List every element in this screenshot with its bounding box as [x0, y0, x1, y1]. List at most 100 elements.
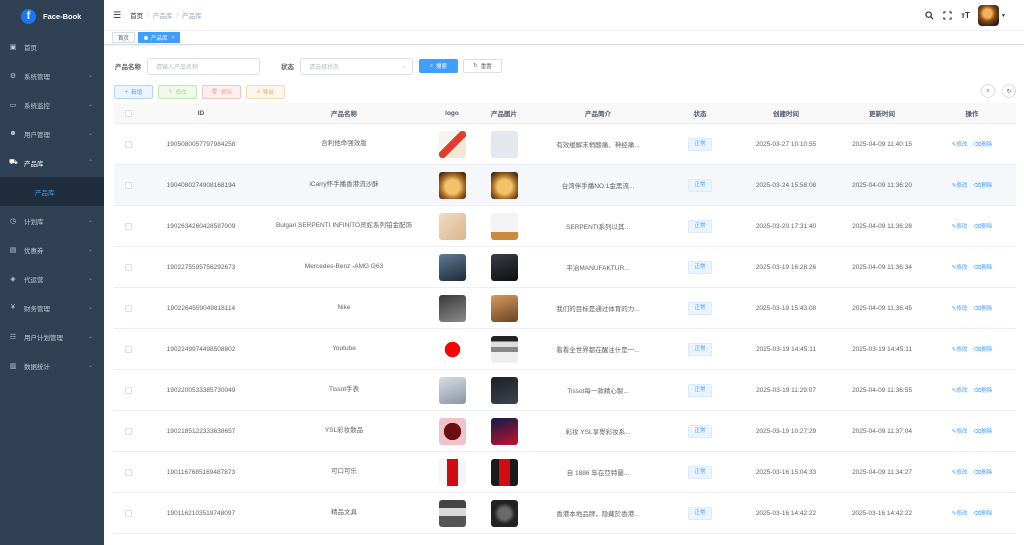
- hamburger-icon[interactable]: ☰: [113, 10, 121, 21]
- row-checkbox[interactable]: [124, 304, 132, 312]
- cell-updated: 2025-04-09 11:37:04: [852, 427, 912, 435]
- product-image[interactable]: [490, 294, 518, 322]
- table-row[interactable]: 1904080274908168194 iCarry怀手播香港流沙酥 台湾伴手播NO…: [114, 165, 1016, 206]
- row-checkbox[interactable]: [124, 427, 132, 435]
- row-checkbox[interactable]: [124, 222, 132, 230]
- product-image[interactable]: [490, 253, 518, 281]
- row-edit-link[interactable]: ✎修改: [952, 345, 968, 353]
- table-row[interactable]: 1901167685169487873 可口可乐 自 1886 年在亞特蘭... 正常…: [114, 452, 1016, 493]
- font-size-icon[interactable]: тT: [960, 10, 971, 21]
- table-row[interactable]: 1902634260428587009 Bulgari SERPENTI INFI…: [114, 206, 1016, 247]
- tag-active[interactable]: 产品库 ×: [138, 32, 181, 43]
- avatar[interactable]: [978, 5, 1000, 26]
- row-edit-link[interactable]: ✎修改: [952, 427, 968, 435]
- row-checkbox[interactable]: [124, 345, 132, 353]
- logo-image[interactable]: [438, 253, 466, 281]
- search-icon[interactable]: [924, 10, 935, 21]
- sidebar-item-3[interactable]: ☻ 用户管理 ⌄: [0, 119, 104, 148]
- select-all-checkbox[interactable]: [124, 109, 132, 117]
- sidebar-item-1[interactable]: ⚙ 系统管理 ⌄: [0, 61, 104, 90]
- row-delete-link[interactable]: ⌫删除: [973, 140, 992, 148]
- add-button[interactable]: + 新增: [114, 84, 153, 99]
- row-edit-link[interactable]: ✎修改: [952, 468, 968, 476]
- row-checkbox[interactable]: [124, 181, 132, 189]
- product-name-input[interactable]: 请输入产品名称: [147, 57, 260, 75]
- sidebar-item-10[interactable]: ▥ 数据统计 ⌄: [0, 351, 104, 380]
- row-checkbox[interactable]: [124, 386, 132, 394]
- row-checkbox[interactable]: [124, 263, 132, 271]
- table-row[interactable]: 1901162103519748097 精品文具 香港本地品牌，隐藏於香港... 正常…: [114, 493, 1016, 534]
- table-row[interactable]: 1902185122333638657 YSL彩妆散品 彩妆 YSL享譽彩妆系...…: [114, 411, 1016, 452]
- logo-image[interactable]: [438, 130, 466, 158]
- table-row[interactable]: 1902264559049818114 Nike 我们的目标是通过体育的力... 正常…: [114, 288, 1016, 329]
- product-image[interactable]: [490, 417, 518, 445]
- logo-image[interactable]: [438, 335, 466, 363]
- logo-image[interactable]: [438, 458, 466, 486]
- table-row[interactable]: 1902200533385730049 Tissot手表 Tissot每一款精心製.…: [114, 370, 1016, 411]
- search-button[interactable]: ⌕ 搜索: [419, 59, 458, 73]
- table-body: 1905080057797984258 合利他命强效版 有效缓解末梢酸痛、神经痛..…: [114, 124, 1016, 534]
- export-button[interactable]: ⤓ 导出: [246, 84, 285, 99]
- row-edit-link[interactable]: ✎修改: [952, 181, 968, 189]
- status-select[interactable]: 请选择状态 ⌄: [300, 57, 413, 75]
- row-delete-link[interactable]: ⌫删除: [973, 509, 992, 517]
- sidebar-item-9[interactable]: ☷ 用户计划管理 ⌄: [0, 322, 104, 351]
- brand[interactable]: f Face-Book: [0, 0, 104, 32]
- cell-intro: 有效缓解末梢酸痛、神经痛...: [556, 142, 640, 149]
- table-row[interactable]: 1902249974498508802 Youtube 看看全世界都在醒注什是一..…: [114, 329, 1016, 370]
- reset-button[interactable]: ↻ 重置: [463, 59, 502, 73]
- row-delete-link[interactable]: ⌫删除: [973, 468, 992, 476]
- row-delete-link[interactable]: ⌫删除: [973, 263, 992, 271]
- row-delete-link[interactable]: ⌫删除: [973, 386, 992, 394]
- toggle-search-button[interactable]: ⌕: [981, 84, 995, 98]
- sidebar-item-2[interactable]: ▭ 系统监控 ⌄: [0, 90, 104, 119]
- sidebar-item-0[interactable]: ▣ 首页: [0, 32, 104, 61]
- breadcrumb-home[interactable]: 首页: [130, 10, 143, 20]
- sidebar-item-7[interactable]: ◈ 代运营 ⌄: [0, 264, 104, 293]
- logo-image[interactable]: [438, 212, 466, 240]
- logo-image[interactable]: [438, 417, 466, 445]
- product-image[interactable]: [490, 130, 518, 158]
- row-edit-link[interactable]: ✎修改: [952, 386, 968, 394]
- row-edit-link[interactable]: ✎修改: [952, 263, 968, 271]
- refresh-button[interactable]: ↻: [1002, 84, 1016, 98]
- tag-home[interactable]: 首页: [112, 32, 136, 43]
- chevron-down-icon[interactable]: ▼: [1001, 13, 1006, 19]
- sidebar-item-6[interactable]: ▤ 优惠券 ⌄: [0, 235, 104, 264]
- row-delete-link[interactable]: ⌫删除: [973, 427, 992, 435]
- product-image[interactable]: [490, 212, 518, 240]
- row-edit-link[interactable]: ✎修改: [952, 509, 968, 517]
- row-edit-label: 修改: [956, 511, 968, 517]
- cell-logo: [428, 253, 476, 281]
- table-row[interactable]: 1902275595756292673 Mercedes-Benz -AMG G6…: [114, 247, 1016, 288]
- row-delete-link[interactable]: ⌫删除: [973, 345, 992, 353]
- logo-image[interactable]: [438, 171, 466, 199]
- product-image[interactable]: [490, 171, 518, 199]
- row-checkbox[interactable]: [124, 468, 132, 476]
- row-checkbox[interactable]: [124, 140, 132, 148]
- delete-button[interactable]: 🗑 删除: [202, 84, 241, 99]
- sidebar-item-5[interactable]: ◷ 计划库 ⌄: [0, 206, 104, 235]
- product-image[interactable]: [490, 499, 518, 527]
- product-image[interactable]: [490, 335, 518, 363]
- logo-image[interactable]: [438, 499, 466, 527]
- product-image[interactable]: [490, 458, 518, 486]
- row-edit-link[interactable]: ✎修改: [952, 222, 968, 230]
- row-checkbox[interactable]: [124, 509, 132, 517]
- edit-button[interactable]: ✎ 修改: [158, 84, 197, 99]
- row-edit-link[interactable]: ✎修改: [952, 140, 968, 148]
- cell-status: 正常: [664, 260, 736, 274]
- logo-image[interactable]: [438, 376, 466, 404]
- row-edit-link[interactable]: ✎修改: [952, 304, 968, 312]
- row-delete-link[interactable]: ⌫删除: [973, 181, 992, 189]
- row-delete-link[interactable]: ⌫删除: [973, 222, 992, 230]
- close-icon[interactable]: ×: [172, 35, 175, 41]
- logo-image[interactable]: [438, 294, 466, 322]
- row-delete-link[interactable]: ⌫删除: [973, 304, 992, 312]
- table-row[interactable]: 1905080057797984258 合利他命强效版 有效缓解末梢酸痛、神经痛..…: [114, 124, 1016, 165]
- sidebar-subitem-product-library[interactable]: 产品库: [0, 177, 104, 206]
- product-image[interactable]: [490, 376, 518, 404]
- fullscreen-icon[interactable]: [942, 10, 953, 21]
- sidebar-item-4[interactable]: ⛟ 产品库 ⌃: [0, 148, 104, 177]
- sidebar-item-8[interactable]: ¥ 财务管理 ⌄: [0, 293, 104, 322]
